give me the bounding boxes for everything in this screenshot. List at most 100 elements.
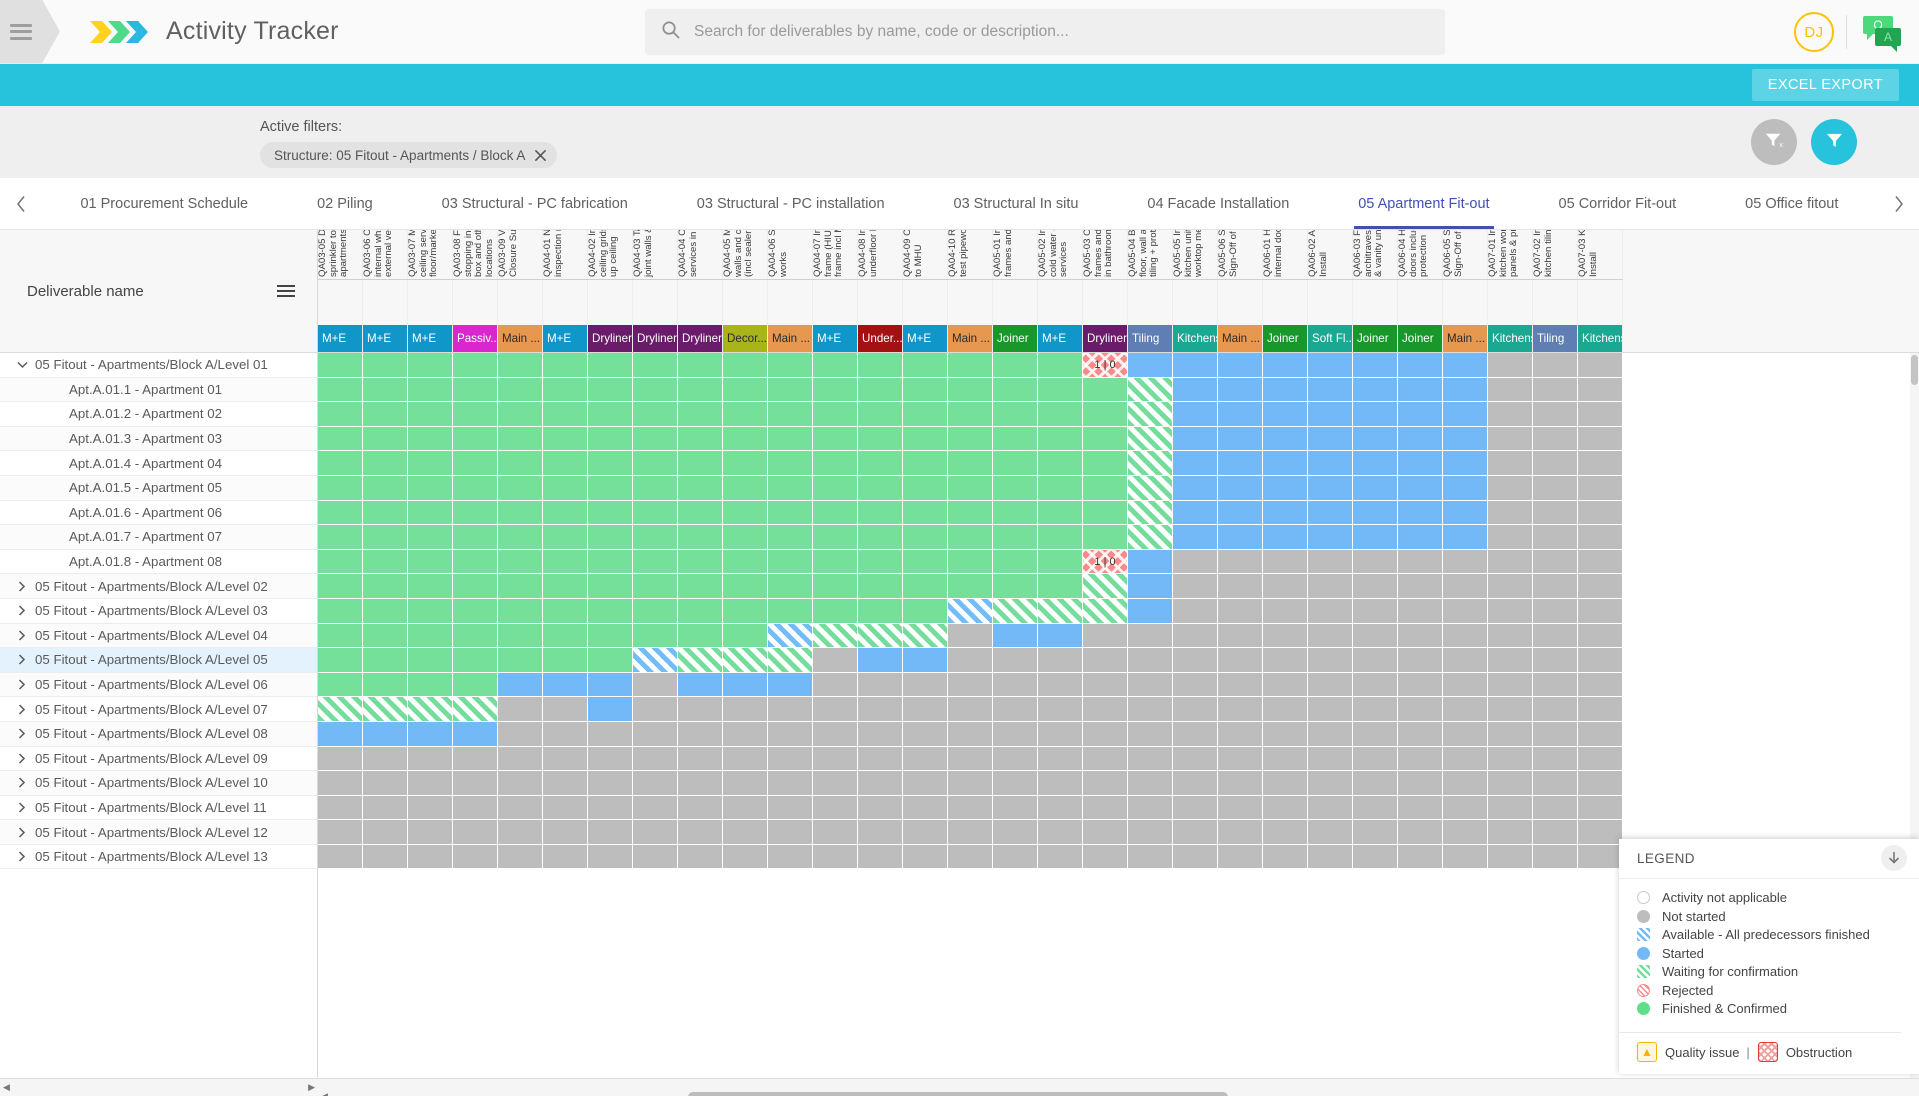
grid-cell-finished-confirmed[interactable] bbox=[453, 550, 498, 575]
grid-cell-not-started[interactable] bbox=[1308, 697, 1353, 722]
grid-cell-not-started[interactable] bbox=[1443, 648, 1488, 673]
grid-cell-finished-confirmed[interactable] bbox=[498, 599, 543, 624]
grid-cell-finished-confirmed[interactable] bbox=[408, 599, 453, 624]
grid-cell-finished-confirmed[interactable] bbox=[813, 451, 858, 476]
grid-cell-waiting-confirmation[interactable] bbox=[1128, 525, 1173, 550]
grid-cell-not-started[interactable] bbox=[1083, 771, 1128, 796]
row-label[interactable]: Apt.A.01.6 - Apartment 06 bbox=[0, 501, 317, 526]
row-label[interactable]: 05 Fitout - Apartments/Block A/Level 03 bbox=[0, 599, 317, 624]
download-arrow-icon[interactable] bbox=[1881, 845, 1907, 871]
grid-cell-finished-confirmed[interactable] bbox=[1083, 501, 1128, 526]
grid-cell-not-started[interactable] bbox=[993, 771, 1038, 796]
grid-cell-not-started[interactable] bbox=[1038, 747, 1083, 772]
grid-cell-not-started[interactable] bbox=[723, 796, 768, 821]
row-label[interactable]: 05 Fitout - Apartments/Block A/Level 04 bbox=[0, 624, 317, 649]
grid-cell-started[interactable] bbox=[1218, 501, 1263, 526]
grid-cell-not-started[interactable] bbox=[1488, 697, 1533, 722]
grid-cell-not-started[interactable] bbox=[1533, 747, 1578, 772]
grid-cell-not-started[interactable] bbox=[1263, 599, 1308, 624]
grid-cell-not-started[interactable] bbox=[1488, 796, 1533, 821]
grid-cell-not-started[interactable] bbox=[588, 796, 633, 821]
grid-cell-not-started[interactable] bbox=[768, 820, 813, 845]
grid-cell-finished-confirmed[interactable] bbox=[498, 378, 543, 403]
grid-cell-finished-confirmed[interactable] bbox=[678, 599, 723, 624]
grid-cell-not-started[interactable] bbox=[633, 722, 678, 747]
qa-chat-icon[interactable]: Q A bbox=[1861, 14, 1903, 52]
grid-cell-not-started[interactable] bbox=[723, 771, 768, 796]
grid-cell-not-started[interactable] bbox=[453, 820, 498, 845]
grid-cell-finished-confirmed[interactable] bbox=[723, 574, 768, 599]
grid-cell-not-started[interactable] bbox=[678, 747, 723, 772]
grid-cell-not-started[interactable] bbox=[1488, 574, 1533, 599]
grid-cell-not-started[interactable] bbox=[318, 771, 363, 796]
grid-cell-not-started[interactable] bbox=[1443, 599, 1488, 624]
grid-cell-not-started[interactable] bbox=[1488, 747, 1533, 772]
column-header[interactable]: QA04-07 Install frame (HIU jig & frame i… bbox=[813, 230, 858, 352]
grid-cell-started[interactable] bbox=[1173, 353, 1218, 378]
grid-cell-started[interactable] bbox=[1263, 427, 1308, 452]
grid-cell-not-started[interactable] bbox=[318, 820, 363, 845]
grid-cell-not-started[interactable] bbox=[498, 747, 543, 772]
grid-cell-not-started[interactable] bbox=[1578, 353, 1623, 378]
grid-cell-finished-confirmed[interactable] bbox=[318, 673, 363, 698]
grid-cell-not-started[interactable] bbox=[1173, 624, 1218, 649]
grid-cell-finished-confirmed[interactable] bbox=[1038, 353, 1083, 378]
grid-cell-not-started[interactable] bbox=[1218, 796, 1263, 821]
grid-cell-not-started[interactable] bbox=[1263, 820, 1308, 845]
grid-cell-finished-confirmed[interactable] bbox=[813, 599, 858, 624]
grid-cell-not-started[interactable] bbox=[633, 673, 678, 698]
grid-cell-finished-confirmed[interactable] bbox=[858, 402, 903, 427]
grid-cell-finished-confirmed[interactable] bbox=[588, 501, 633, 526]
grid-cell-finished-confirmed[interactable] bbox=[363, 427, 408, 452]
grid-cell-finished-confirmed[interactable] bbox=[678, 451, 723, 476]
row-label[interactable]: 05 Fitout - Apartments/Block A/Level 05 bbox=[0, 648, 317, 673]
grid-cell-finished-confirmed[interactable] bbox=[633, 501, 678, 526]
grid-cell-not-started[interactable] bbox=[1353, 550, 1398, 575]
grid-cell-finished-confirmed[interactable] bbox=[588, 624, 633, 649]
grid-cell-finished-confirmed[interactable] bbox=[588, 599, 633, 624]
grid-cell-not-started[interactable] bbox=[318, 796, 363, 821]
grid-cell-not-started[interactable] bbox=[1398, 673, 1443, 698]
grid-cell-not-started[interactable] bbox=[1578, 550, 1623, 575]
grid-cell-started[interactable] bbox=[993, 624, 1038, 649]
grid-cell-finished-confirmed[interactable] bbox=[543, 550, 588, 575]
grid-cell-not-started[interactable] bbox=[1308, 599, 1353, 624]
grid-cell-finished-confirmed[interactable] bbox=[408, 550, 453, 575]
grid-cell-finished-confirmed[interactable] bbox=[723, 427, 768, 452]
chevron-right-icon[interactable] bbox=[9, 605, 35, 616]
grid-cell-not-started[interactable] bbox=[1353, 599, 1398, 624]
grid-cell-not-started[interactable] bbox=[1443, 796, 1488, 821]
grid-cell-started[interactable] bbox=[1443, 451, 1488, 476]
grid-cell-not-started[interactable] bbox=[1083, 697, 1128, 722]
grid-cell-finished-confirmed[interactable] bbox=[318, 574, 363, 599]
grid-cell-finished-confirmed[interactable] bbox=[678, 476, 723, 501]
grid-cell-finished-confirmed[interactable] bbox=[1038, 525, 1083, 550]
grid-cell-waiting-confirmation[interactable] bbox=[768, 648, 813, 673]
grid-cell-finished-confirmed[interactable] bbox=[1038, 476, 1083, 501]
grid-cell-not-started[interactable] bbox=[1578, 574, 1623, 599]
grid-cell-not-started[interactable] bbox=[498, 820, 543, 845]
grid-cell-not-started[interactable] bbox=[1398, 747, 1443, 772]
grid-cell-finished-confirmed[interactable] bbox=[363, 673, 408, 698]
column-header[interactable]: QA05-06 Snagging & Sign-Off of QA pointM… bbox=[1218, 230, 1263, 352]
grid-cell-finished-confirmed[interactable] bbox=[678, 427, 723, 452]
grid-cell-finished-confirmed[interactable] bbox=[453, 574, 498, 599]
grid-cell-finished-confirmed[interactable] bbox=[858, 599, 903, 624]
grid-cell-not-started[interactable] bbox=[948, 624, 993, 649]
column-header[interactable]: QA03-07 Mark out ceiling services-spray … bbox=[408, 230, 453, 352]
grid-cell-finished-confirmed[interactable] bbox=[543, 378, 588, 403]
grid-cell-not-started[interactable] bbox=[1398, 820, 1443, 845]
grid-cell-not-started[interactable] bbox=[1083, 648, 1128, 673]
grid-cell-started[interactable] bbox=[1353, 402, 1398, 427]
grid-cell-not-started[interactable] bbox=[1173, 796, 1218, 821]
grid-cell-waiting-confirmation[interactable] bbox=[1128, 501, 1173, 526]
grid-cell-not-started[interactable] bbox=[858, 771, 903, 796]
grid-cell-not-started[interactable] bbox=[1128, 673, 1173, 698]
grid-cell-finished-confirmed[interactable] bbox=[723, 451, 768, 476]
grid-cell-finished-confirmed[interactable] bbox=[633, 624, 678, 649]
grid-cell-not-started[interactable] bbox=[1353, 574, 1398, 599]
grid-cell-not-started[interactable] bbox=[543, 820, 588, 845]
column-header[interactable]: QA06-01 Hang internal doorsJoiner bbox=[1263, 230, 1308, 352]
grid-cell-started[interactable] bbox=[1443, 427, 1488, 452]
grid-cell-started[interactable] bbox=[1218, 402, 1263, 427]
